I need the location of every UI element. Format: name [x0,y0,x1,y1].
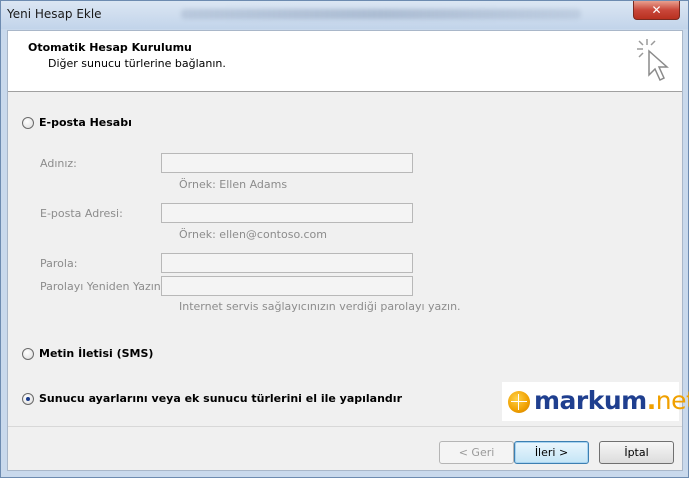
globe-icon [508,391,530,413]
dialog-window: Yeni Hesap Ekle ✕ Otomatik Hesap Kurulum… [0,0,689,478]
dialog-body: Otomatik Hesap Kurulumu Diğer sunucu tür… [7,30,689,471]
name-hint: Örnek: Ellen Adams [179,178,288,191]
close-button[interactable]: ✕ [633,1,680,20]
page-title: Otomatik Hesap Kurulumu [28,41,192,54]
next-button[interactable]: İleri > [514,441,589,464]
email-account-radio[interactable] [22,117,34,129]
email-hint: Örnek: ellen@contoso.com [179,228,327,241]
window-title: Yeni Hesap Ekle [7,7,102,21]
sms-radio[interactable] [22,348,34,360]
title-bar[interactable]: Yeni Hesap Ekle ✕ [1,1,688,29]
name-label: Adınız: [40,157,77,170]
email-label: E-posta Adresi: [40,207,123,220]
name-input[interactable] [161,153,413,173]
page-subtitle: Diğer sunucu türlerine bağlanın. [48,57,226,70]
wizard-header: Otomatik Hesap Kurulumu Diğer sunucu tür… [8,31,682,92]
back-button[interactable]: < Geri [439,441,514,464]
password-confirm-input[interactable] [161,276,413,296]
footer-divider [8,426,682,427]
manual-setup-label[interactable]: Sunucu ayarlarını veya ek sunucu türleri… [39,392,402,405]
cancel-button[interactable]: İptal [599,441,674,464]
password-label: Parola: [40,257,78,270]
blurred-title-area [181,9,581,19]
password-input[interactable] [161,253,413,273]
email-account-label[interactable]: E-posta Hesabı [39,116,132,129]
manual-setup-radio[interactable] [22,393,34,405]
sms-label[interactable]: Metin İletisi (SMS) [39,347,153,360]
password-confirm-label: Parolayı Yeniden Yazın: [40,280,165,293]
logo-text: markum.net [534,386,689,415]
markum-logo: markum.net [502,382,689,421]
cursor-click-icon [637,39,669,82]
email-input[interactable] [161,203,413,223]
password-hint: Internet servis sağlayıcınızın verdiği p… [179,300,461,313]
